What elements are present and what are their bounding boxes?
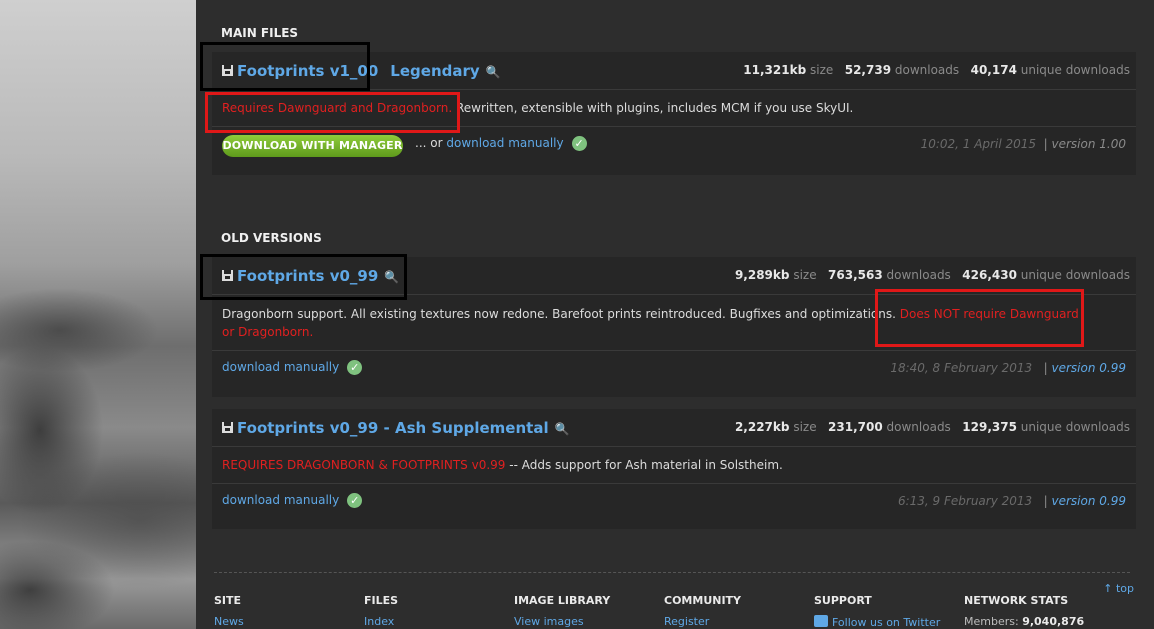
download-count: 231,700 [828, 420, 883, 434]
footer-link[interactable]: Register [664, 615, 741, 628]
file-size: 11,321kb [743, 63, 807, 77]
download-manually-link[interactable]: download manually [446, 136, 563, 150]
members-label: Members: [964, 615, 1019, 628]
highlight-box-file-title [200, 42, 370, 91]
size-label: size [793, 268, 817, 282]
unique-download-count: 129,375 [962, 420, 1017, 434]
file-stats: 11,321kb size 52,739 downloads 40,174 un… [743, 63, 1130, 77]
file-description: REQUIRES DRAGONBORN & FOOTPRINTS v0.99 -… [212, 447, 1136, 484]
file-stats: 9,289kb size 763,563 downloads 426,430 u… [735, 268, 1130, 282]
files-panel: MAIN FILES Footprints v1_00 Legendary 🔍 11… [196, 0, 1154, 629]
footer-column-network-stats: NETWORK STATS Members: 9,040,876 [964, 594, 1084, 628]
highlight-box-file-title [200, 254, 407, 300]
downloads-label: downloads [886, 420, 951, 434]
file-stats: 2,227kb size 231,700 downloads 129,375 u… [735, 420, 1130, 434]
twitter-icon [814, 615, 828, 627]
unique-download-count: 426,430 [962, 268, 1017, 282]
unique-downloads-label: unique downloads [1020, 268, 1130, 282]
file-meta: 18:40, 8 February 2013 | version 0.99 [890, 361, 1126, 375]
or-text: ... or [415, 136, 443, 150]
footer-heading: SITE [214, 594, 242, 607]
requirements-warning: REQUIRES DRAGONBORN & FOOTPRINTS v0.99 [222, 458, 506, 472]
footer-column-files: FILES Index [364, 594, 398, 628]
description-text: Rewritten, extensible with plugins, incl… [452, 101, 854, 115]
version-text: | version 1.00 [1043, 137, 1126, 151]
footer-heading: FILES [364, 594, 399, 607]
checkmark-icon: ✓ [571, 136, 587, 151]
file-entry-old-2: Footprints v0_99 - Ash Supplemental 🔍 2,2… [212, 409, 1136, 529]
version-link[interactable]: version 0.99 [1052, 494, 1126, 508]
version-link[interactable]: version 0.99 [1052, 361, 1126, 375]
footer-link[interactable]: Follow us on Twitter [832, 616, 940, 629]
footer-divider [214, 572, 1130, 573]
footer-link[interactable]: Index [364, 615, 398, 628]
checkmark-icon: ✓ [347, 360, 363, 375]
footer-heading: NETWORK STATS [964, 594, 1069, 607]
unique-downloads-label: unique downloads [1020, 63, 1130, 77]
footer-heading: IMAGE LIBRARY [514, 594, 611, 607]
footer-column-support: SUPPORT Follow us on Twitter [814, 594, 940, 629]
footer-twitter-row[interactable]: Follow us on Twitter [814, 615, 940, 629]
download-count: 763,563 [828, 268, 883, 282]
floppy-disk-icon [222, 422, 233, 433]
checkmark-icon: ✓ [347, 493, 363, 508]
file-size: 2,227kb [734, 420, 790, 434]
file-size: 9,289kb [734, 268, 790, 282]
download-manually-link[interactable]: download manually [222, 493, 339, 507]
file-name-link[interactable]: Footprints v0_99 - Ash Supplemental [237, 419, 549, 437]
file-meta: 10:02, 1 April 2015 | version 1.00 [921, 137, 1126, 151]
back-to-top-link[interactable]: ↑ top [1103, 582, 1134, 595]
footer-column-image-library: IMAGE LIBRARY View images [514, 594, 610, 628]
download-with-manager-button[interactable]: DOWNLOAD WITH MANAGER [222, 135, 403, 157]
background-landscape-image [0, 0, 196, 629]
upload-date: 10:02, 1 April 2015 [920, 137, 1037, 151]
manual-download-row: download manually ✓ [222, 493, 363, 508]
footer-link[interactable]: News [214, 615, 244, 628]
download-count: 52,739 [844, 63, 892, 77]
file-meta: 6:13, 9 February 2013 | version 0.99 [898, 494, 1126, 508]
upload-date: 6:13, 9 February 2013 [897, 494, 1033, 508]
footer-link[interactable]: View images [514, 615, 610, 628]
unique-downloads-label: unique downloads [1020, 420, 1130, 434]
size-label: size [810, 63, 834, 77]
members-stat: Members: 9,040,876 [964, 615, 1084, 628]
legendary-tag: Legendary [390, 62, 480, 80]
manual-download-row: ... or download manually ✓ [415, 136, 587, 151]
file-title: Footprints v0_99 - Ash Supplemental 🔍 [222, 419, 570, 437]
footer-column-site: SITE News [214, 594, 244, 628]
main-files-heading: MAIN FILES [221, 26, 299, 40]
manual-download-row: download manually ✓ [222, 360, 363, 375]
description-text: -- Adds support for Ash material in Sols… [505, 458, 783, 472]
magnifier-icon[interactable]: 🔍 [555, 422, 570, 436]
footer-column-community: COMMUNITY Register [664, 594, 741, 628]
footer-heading: COMMUNITY [664, 594, 742, 607]
separator: | [1043, 361, 1048, 375]
members-count: 9,040,876 [1022, 615, 1085, 628]
upload-date: 18:40, 8 February 2013 [890, 361, 1033, 375]
separator: | [1043, 494, 1048, 508]
highlight-box-requirements [875, 289, 1084, 347]
downloads-label: downloads [886, 268, 951, 282]
description-text: Dragonborn support. All existing texture… [222, 307, 896, 321]
file-header: Footprints v0_99 - Ash Supplemental 🔍 2,2… [212, 409, 1136, 447]
footer-heading: SUPPORT [814, 594, 872, 607]
downloads-label: downloads [894, 63, 960, 77]
size-label: size [793, 420, 817, 434]
old-versions-heading: OLD VERSIONS [221, 231, 322, 245]
download-manually-link[interactable]: download manually [222, 360, 339, 374]
highlight-box-requirements [205, 92, 460, 133]
unique-download-count: 40,174 [970, 63, 1017, 77]
magnifier-icon[interactable]: 🔍 [486, 65, 501, 79]
